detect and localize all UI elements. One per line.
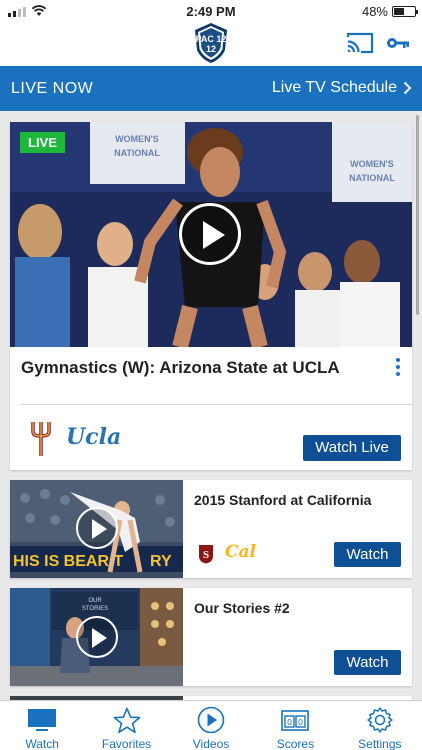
svg-text:WOMEN'S: WOMEN'S (115, 134, 159, 144)
live-tv-schedule-label: Live TV Schedule (271, 79, 397, 96)
svg-text:RY: RY (150, 553, 172, 570)
feed-scrollbar[interactable] (416, 115, 419, 315)
more-options-icon[interactable] (396, 358, 402, 379)
cast-icon[interactable] (346, 32, 374, 54)
tab-watch[interactable]: Watch (0, 701, 84, 750)
tv-icon (28, 709, 57, 731)
play-icon (92, 519, 107, 539)
key-icon[interactable] (386, 36, 410, 50)
live-now-bar: LIVE NOW Live TV Schedule (0, 66, 422, 111)
stanford-logo: S (199, 545, 213, 564)
tab-videos[interactable]: Videos (169, 701, 253, 750)
svg-text:STORIES: STORIES (82, 606, 108, 612)
arizona-state-pitchfork-logo (31, 422, 51, 456)
gear-icon (367, 707, 393, 733)
tab-label: Settings (358, 737, 402, 750)
chevron-right-icon (403, 81, 412, 95)
tab-label: Favorites (101, 737, 152, 750)
card-divider (21, 404, 412, 405)
play-button[interactable] (76, 616, 118, 658)
live-event-thumbnail[interactable]: WOMEN'S NATIONAL WOMEN'S NATIONAL LIVE (10, 122, 412, 347)
live-event-card[interactable]: WOMEN'S NATIONAL WOMEN'S NATIONAL LIVE G… (10, 122, 412, 470)
svg-text:0: 0 (298, 718, 303, 727)
video-thumbnail[interactable]: HIS IS BEAR T RY (10, 480, 183, 578)
video-title[interactable]: Our Stories #2 (194, 600, 290, 616)
svg-text:S: S (203, 549, 209, 561)
tab-label: Videos (192, 737, 230, 750)
video-card-our-stories[interactable]: OUR STORIES Our Stories #2 Watch (10, 588, 412, 686)
svg-text:12: 12 (206, 44, 216, 54)
play-button[interactable] (179, 203, 241, 265)
play-button[interactable] (76, 507, 118, 549)
svg-text:PAC 12: PAC 12 (196, 34, 227, 44)
live-tv-schedule-link[interactable]: Live TV Schedule (272, 79, 412, 97)
svg-text:HIS IS BEAR T: HIS IS BEAR T (13, 553, 123, 570)
battery-icon (392, 6, 418, 17)
cal-logo: Cal (225, 542, 257, 562)
play-icon (203, 221, 225, 249)
svg-text:WOMEN'S: WOMEN'S (350, 159, 394, 169)
svg-text:0: 0 (287, 718, 292, 727)
svg-text:OUR: OUR (88, 598, 102, 604)
app-header: PAC 12 12 (0, 22, 422, 66)
tab-bar: Watch Favorites Videos 0 0 Scores Settin… (0, 700, 422, 750)
ucla-logo: Ucla (66, 424, 122, 450)
tab-label: Watch (25, 737, 59, 750)
video-thumbnail[interactable]: OUR STORIES (10, 588, 183, 686)
tab-settings[interactable]: Settings (338, 701, 422, 750)
watch-button[interactable]: Watch (334, 650, 401, 675)
video-title[interactable]: 2015 Stanford at California (194, 492, 371, 508)
star-icon (113, 707, 141, 733)
tab-scores[interactable]: 0 0 Scores (253, 701, 337, 750)
live-badge: LIVE (20, 132, 65, 153)
tab-favorites[interactable]: Favorites (84, 701, 168, 750)
watch-feed[interactable]: WOMEN'S NATIONAL WOMEN'S NATIONAL LIVE G… (0, 111, 422, 700)
status-bar: 2:49 PM 48% (0, 0, 422, 22)
live-event-title[interactable]: Gymnastics (W): Arizona State at UCLA (21, 358, 340, 378)
watch-button[interactable]: Watch (334, 542, 401, 567)
svg-text:NATIONAL: NATIONAL (114, 148, 160, 158)
status-time: 2:49 PM (186, 4, 236, 19)
video-card-stanford-california[interactable]: HIS IS BEAR T RY 2015 Stanford at Califo… (10, 480, 412, 578)
battery-percent: 48% (361, 4, 388, 19)
svg-text:NATIONAL: NATIONAL (349, 173, 395, 183)
watch-live-button[interactable]: Watch Live (303, 435, 401, 461)
play-icon (92, 628, 107, 648)
scoreboard-icon: 0 0 (281, 710, 310, 731)
live-now-title: LIVE NOW (11, 80, 94, 97)
pac12-logo[interactable]: PAC 12 12 (193, 22, 229, 64)
play-circle-icon (197, 706, 225, 734)
tab-label: Scores (276, 737, 315, 750)
